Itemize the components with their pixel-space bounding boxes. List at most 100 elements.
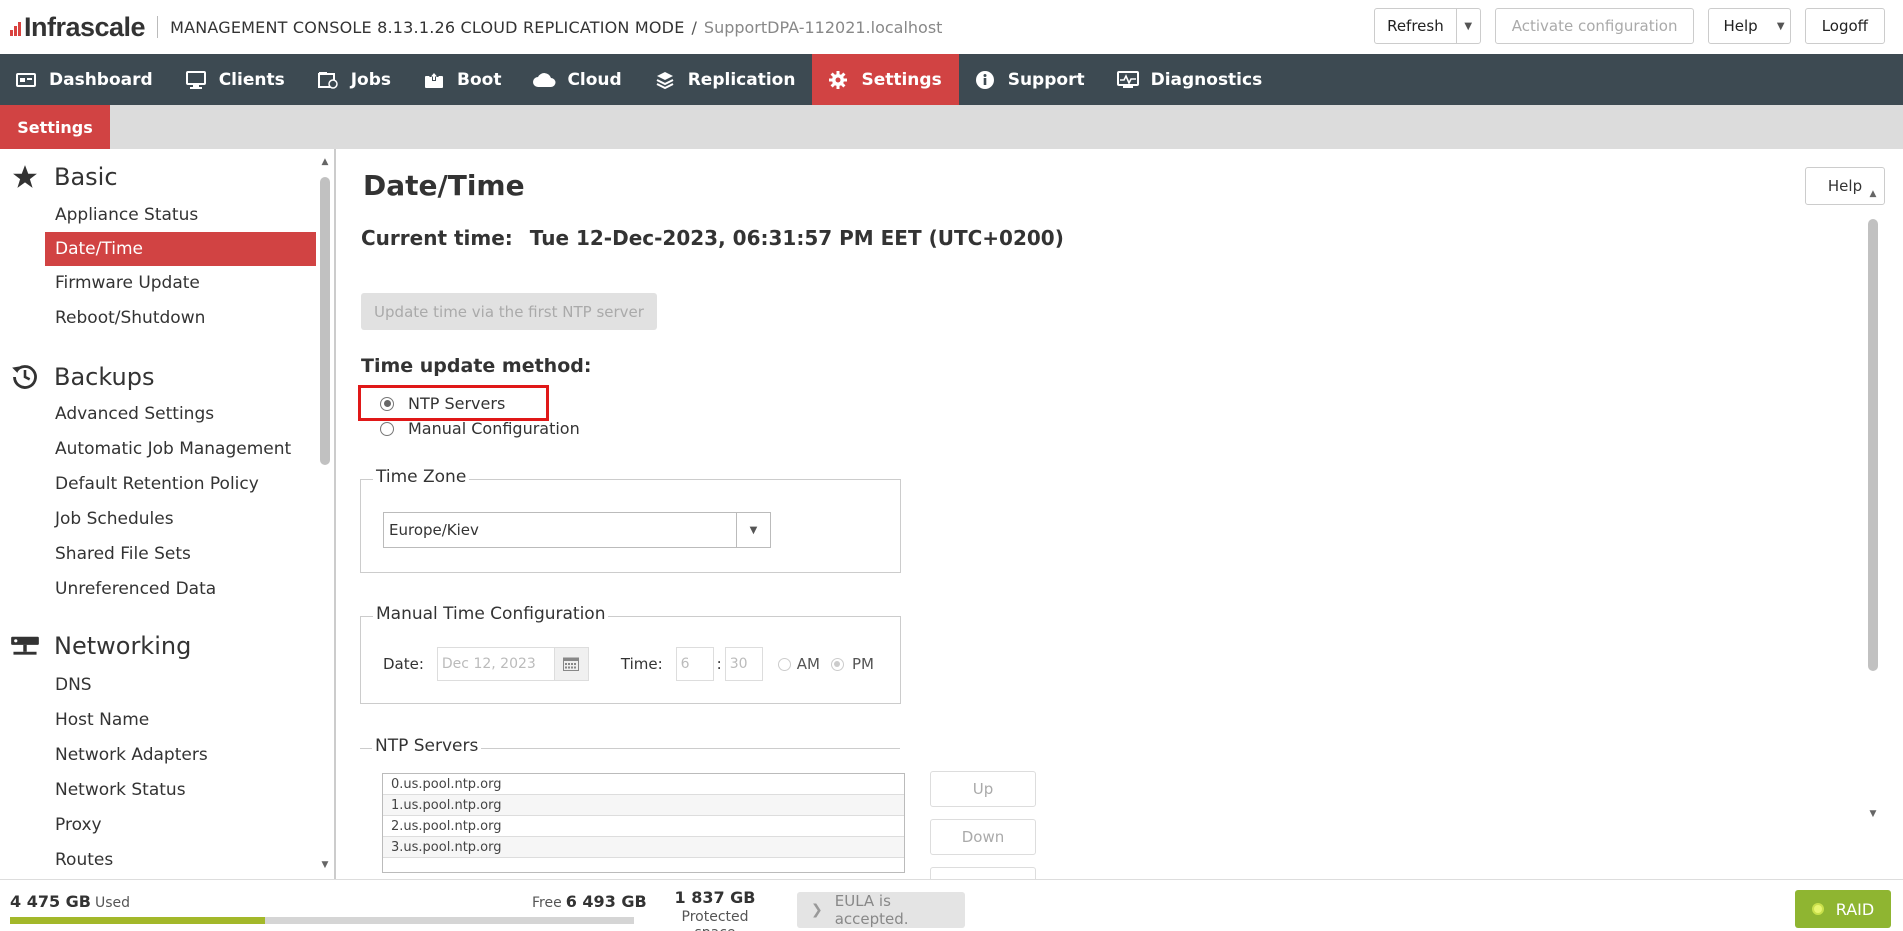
sidebar-item-reboot-shutdown[interactable]: Reboot/Shutdown [45,301,316,335]
refresh-button[interactable]: Refresh [1375,17,1456,35]
time-zone-fieldset: Time Zone Europe/Kiev ▼ [360,467,901,573]
minute-input[interactable]: 30 [724,647,763,681]
boot-icon [422,70,446,90]
sidebar-item-proxy[interactable]: Proxy [45,808,316,842]
ntp-server-row[interactable]: 2.us.pool.ntp.org [383,816,904,837]
ntp-servers-list[interactable]: 0.us.pool.ntp.org 1.us.pool.ntp.org 2.us… [382,773,905,873]
manual-time-row: Date: Dec 12, 2023 Time: 6 : 30 AM PM [383,647,874,681]
sidebar-networking-title: Networking [54,632,192,660]
date-input[interactable]: Dec 12, 2023 [436,647,555,681]
time-zone-chevron-down-icon[interactable]: ▼ [736,513,770,547]
help-menu-button[interactable]: Help [1709,17,1771,35]
nav-replication[interactable]: Replication [639,54,813,105]
nav-jobs[interactable]: Jobs [302,54,408,105]
activate-configuration-label: Activate configuration [1511,17,1678,35]
help-dropdown-chevron-down-icon[interactable]: ▼ [1772,9,1790,43]
free-space-value: 6 493 GB [565,892,647,911]
sidebar-item-dns[interactable]: DNS [45,668,316,702]
current-time-label: Current time: [361,226,513,250]
update-time-ntp-button[interactable]: Update time via the first NTP server [361,293,657,330]
raid-status-dot-icon [1811,903,1824,915]
sidebar-item-shared-file-sets[interactable]: Shared File Sets [45,537,316,571]
sidebar-item-automatic-job-management[interactable]: Automatic Job Management [45,432,316,466]
star-icon [10,162,40,192]
ntp-server-row[interactable]: 1.us.pool.ntp.org [383,795,904,816]
calendar-icon[interactable] [554,647,589,681]
nav-clients[interactable]: Clients [170,54,302,105]
sidebar-scroll-up-icon[interactable]: ▲ [320,157,330,167]
protected-space-value: 1 837 GB [674,888,756,907]
sidebar-item-routes[interactable]: Routes [45,843,316,877]
nav-boot[interactable]: Boot [408,54,518,105]
sidebar-scroll-down-icon[interactable]: ▼ [320,860,330,870]
sidebar-item-advanced-settings[interactable]: Advanced Settings [45,397,316,431]
sidebar-item-date-time[interactable]: Date/Time [45,232,316,266]
console-title: MANAGEMENT CONSOLE 8.13.1.26 CLOUD REPLI… [170,17,685,37]
pm-radio[interactable] [830,657,844,671]
sidebar-section-backups: Backups [10,362,154,392]
jobs-icon [316,70,340,90]
free-space-label: Free [532,895,562,911]
top-bar: Infrascale MANAGEMENT CONSOLE 8.13.1.26 … [0,0,1903,54]
content-scroll-up-icon[interactable]: ▲ [1868,189,1878,199]
time-zone-select[interactable]: Europe/Kiev ▼ [383,512,771,548]
manual-configuration-radio-label: Manual Configuration [408,419,580,438]
manual-configuration-radio[interactable] [380,421,394,436]
nav-settings[interactable]: Settings [812,54,959,105]
sidebar-item-unreferenced-data[interactable]: Unreferenced Data [45,572,316,606]
nav-cloud[interactable]: Cloud [518,54,638,105]
date-label: Date: [383,655,424,673]
ntp-down-button[interactable]: Down [930,819,1036,855]
manual-time-legend: Manual Time Configuration [373,604,609,624]
network-icon [10,631,40,661]
sidebar-item-firmware-update[interactable]: Firmware Update [45,266,316,300]
content-scrollbar[interactable]: ▲ ▼ [1866,189,1880,829]
content-scroll-down-icon[interactable]: ▼ [1868,809,1878,819]
subtab-settings[interactable]: Settings [0,105,110,149]
content-panel: Date/Time Help Current time: Tue 12-Dec-… [338,149,1903,879]
am-radio[interactable] [777,657,791,671]
protected-space: 1 837 GB Protected space [660,888,770,931]
time-zone-value: Europe/Kiev [389,521,479,539]
nav-diagnostics[interactable]: Diagnostics [1102,54,1280,105]
sub-nav: Settings [0,105,1903,149]
method-manual-configuration-option[interactable]: Manual Configuration [380,419,580,438]
sidebar-item-host-name[interactable]: Host Name [45,703,316,737]
settings-sidebar: Basic Appliance Status Date/Time Firmwar… [0,149,336,879]
sidebar-item-job-schedules[interactable]: Job Schedules [45,502,316,536]
ntp-extra-button[interactable] [930,867,1036,879]
logoff-button[interactable]: Logoff [1804,8,1885,44]
manual-time-fieldset: Manual Time Configuration Date: Dec 12, … [360,604,901,704]
activate-configuration-button[interactable]: Activate configuration [1494,8,1695,44]
nav-support[interactable]: Support [959,54,1102,105]
sidebar-scrollbar[interactable]: ▲ ▼ [318,149,332,879]
hour-input[interactable]: 6 [675,647,714,681]
time-colon: : [716,655,722,673]
infrascale-logo: Infrascale [10,11,146,42]
sidebar-item-default-retention-policy[interactable]: Default Retention Policy [45,467,316,501]
hostname: SupportDPA-112021.localhost [703,17,943,37]
content-scroll-thumb[interactable] [1868,219,1878,671]
ntp-up-button[interactable]: Up [930,771,1036,807]
diagnostics-icon [1116,70,1140,90]
sidebar-item-network-adapters[interactable]: Network Adapters [45,738,316,772]
logo-text: Infrascale [24,11,146,42]
pm-label: PM [851,655,874,673]
sidebar-item-network-status[interactable]: Network Status [45,773,316,807]
raid-status-button[interactable]: RAID [1795,890,1891,928]
storage-usage-fill [10,917,265,924]
sidebar-scroll-thumb[interactable] [320,177,330,465]
sidebar-backups-title: Backups [54,363,155,391]
time-label: Time: [620,655,663,673]
protected-space-label: Protected space [681,909,749,931]
nav-dashboard-label: Dashboard [49,69,153,90]
nav-dashboard[interactable]: Dashboard [0,54,170,105]
dashboard-icon [14,70,38,90]
refresh-dropdown-chevron-down-icon[interactable]: ▼ [1455,9,1480,43]
time-update-method-heading: Time update method: [361,355,592,377]
eula-status-button[interactable]: ❯ EULA is accepted. [797,892,965,928]
ntp-server-row[interactable]: 3.us.pool.ntp.org [383,837,904,858]
ntp-server-row[interactable]: 0.us.pool.ntp.org [383,774,904,795]
status-footer: 4 475 GB Used Free 6 493 GB 1 837 GB Prote… [0,879,1903,931]
sidebar-item-appliance-status[interactable]: Appliance Status [45,198,316,232]
